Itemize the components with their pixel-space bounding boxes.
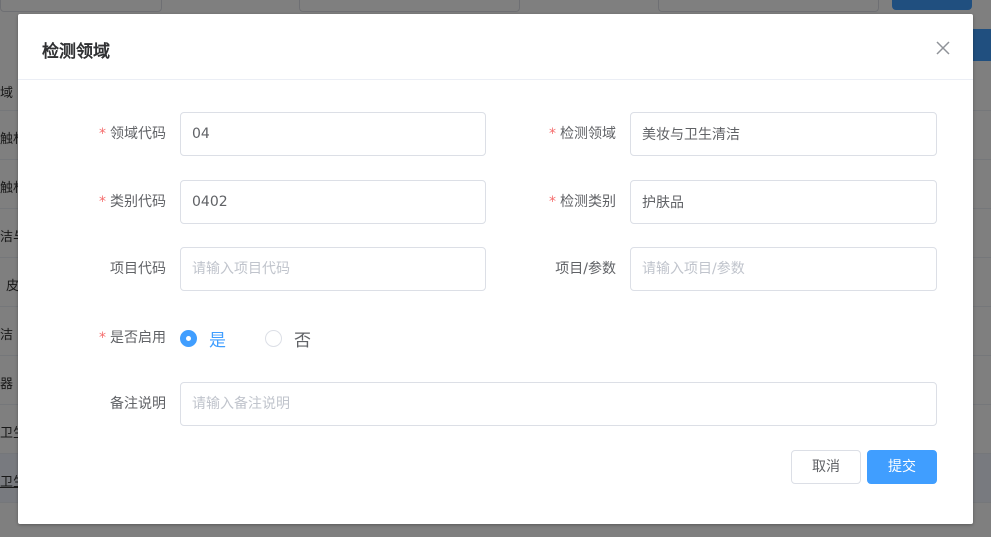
dialog-header: 检测领域 [18,14,973,80]
form-label-remarks: 备注说明 [18,382,166,426]
radio-no-label: 否 [294,330,311,351]
required-asterisk: * [549,194,556,210]
radio-yes-label: 是 [209,330,226,351]
detection-domain-dialog: 检测领域 *领域代码 *检测领域 *类别代码 *检测类别 项目代码 项目/参数 … [18,14,973,524]
enabled-radio-yes[interactable]: 是 [180,316,226,360]
form-label-enabled: * 是否启用 [18,316,166,360]
remarks-label: 备注说明 [110,396,166,412]
form-label-detection-domain: * 检测领域 [18,112,616,156]
close-icon[interactable] [935,40,951,56]
cancel-button[interactable]: 取消 [791,450,861,484]
radio-unchecked-icon [265,329,282,347]
enabled-radio-no[interactable]: 否 [265,316,311,360]
item-param-input[interactable] [630,247,937,291]
dialog-title: 检测领域 [42,42,110,62]
enabled-label: 是否启用 [110,330,166,346]
form-label-detection-category: * 检测类别 [18,180,616,224]
detection-category-label: 检测类别 [560,194,616,210]
radio-checked-icon [180,329,197,347]
required-asterisk: * [549,126,556,142]
detection-category-input[interactable] [630,180,937,224]
submit-button[interactable]: 提交 [867,450,937,484]
required-asterisk: * [99,330,106,346]
form-label-item-param: 项目/参数 [18,247,616,291]
detection-domain-label: 检测领域 [560,126,616,142]
remarks-input[interactable] [180,382,937,426]
detection-domain-input[interactable] [630,112,937,156]
item-param-label: 项目/参数 [555,261,616,277]
